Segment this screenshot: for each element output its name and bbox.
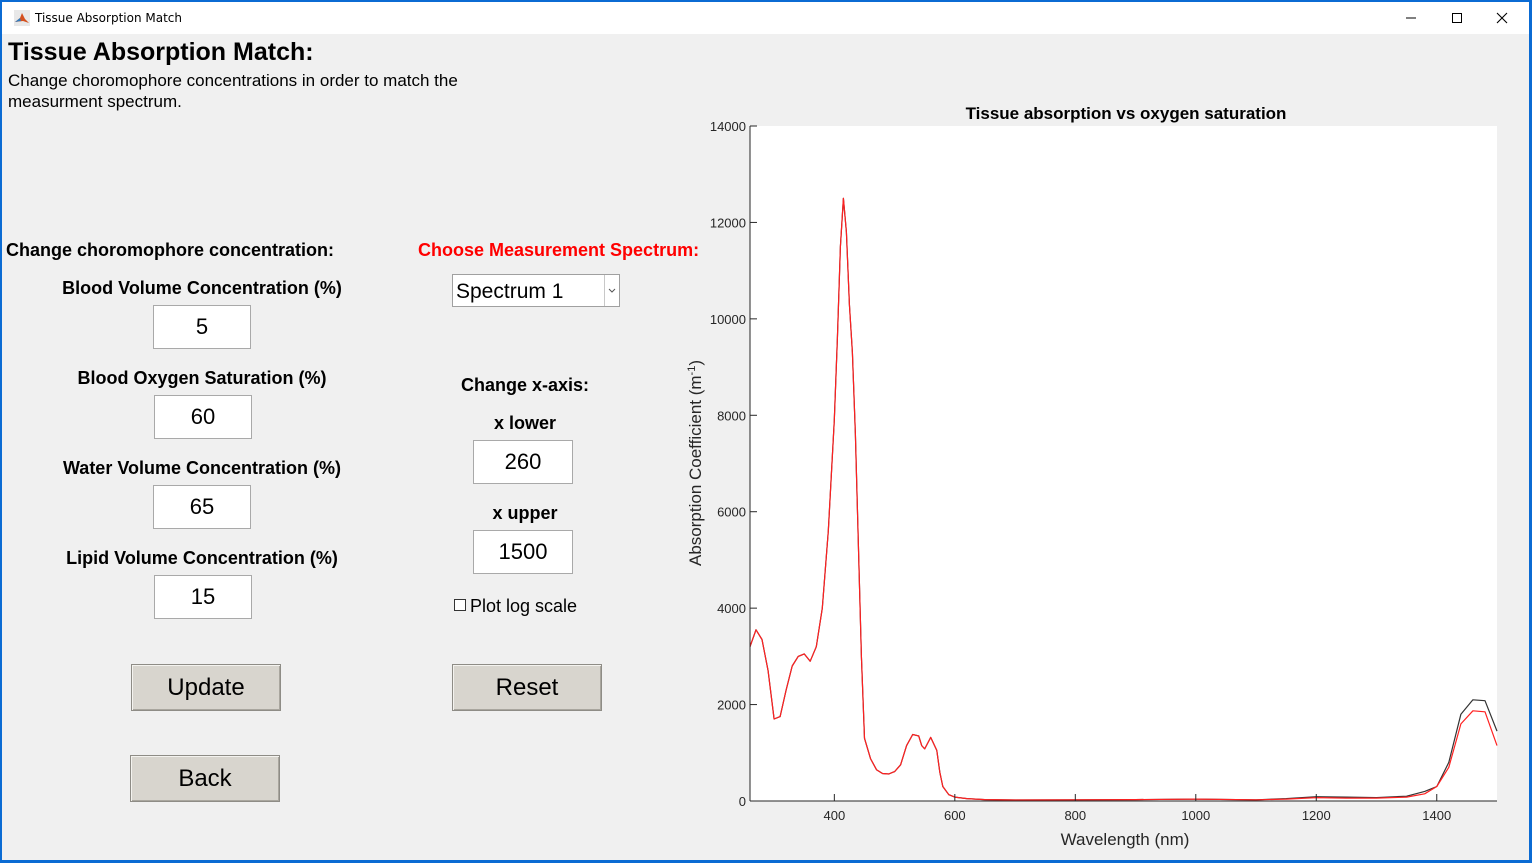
maximize-icon	[1452, 13, 1462, 23]
x-upper-input[interactable]: 1500	[473, 530, 573, 574]
log-scale-label: Plot log scale	[470, 596, 578, 616]
maximize-button[interactable]	[1434, 2, 1480, 34]
app-window: Tissue Absorption Match Tissue Absorptio…	[2, 2, 1529, 860]
close-icon	[1496, 12, 1508, 24]
measurement-spectrum-label: Choose Measurement Spectrum:	[418, 240, 700, 260]
minimize-icon	[1406, 17, 1416, 19]
y-tick-label: 2000	[717, 698, 746, 713]
x-lower-input[interactable]: 260	[473, 440, 573, 484]
page-subtitle: Change choromophore concentrations in or…	[8, 71, 458, 111]
y-tick-label: 12000	[710, 215, 746, 230]
log-scale-checkbox[interactable]	[454, 599, 466, 611]
x-axis-label: Wavelength (nm)	[1061, 830, 1190, 849]
y-tick-label: 10000	[710, 312, 746, 327]
y-axis-label-main: Absorption Coefficient (m	[686, 375, 705, 566]
water-volume-input[interactable]: 65	[153, 485, 251, 529]
spectrum-select-value: Spectrum 1	[456, 280, 564, 303]
x-tick-label: 1200	[1302, 808, 1331, 823]
plot-area	[750, 126, 1497, 801]
close-button[interactable]	[1479, 2, 1525, 34]
x-upper-label: x upper	[492, 503, 558, 523]
oxygen-saturation-input[interactable]: 60	[154, 395, 252, 439]
x-tick-label: 1000	[1181, 808, 1210, 823]
back-button[interactable]: Back	[130, 755, 280, 802]
y-axis-label-end: )	[686, 360, 705, 366]
reset-button[interactable]: Reset	[452, 664, 602, 711]
minimize-button[interactable]	[1388, 2, 1434, 34]
y-tick-label: 4000	[717, 601, 746, 616]
x-tick-label: 600	[944, 808, 966, 823]
chart-title: Tissue absorption vs oxygen saturation	[966, 104, 1287, 123]
y-tick-label: 6000	[717, 505, 746, 520]
lipid-volume-label: Lipid Volume Concentration (%)	[66, 548, 338, 568]
absorption-chart: Tissue absorption vs oxygen saturation 4…	[686, 104, 1498, 849]
xaxis-section-label: Change x-axis:	[460, 375, 590, 395]
x-tick-label: 400	[823, 808, 845, 823]
lipid-volume-input[interactable]: 15	[154, 575, 252, 619]
x-tick-label: 1400	[1422, 808, 1451, 823]
update-button[interactable]: Update	[131, 664, 281, 711]
concentration-section-label: Change choromophore concentration:	[6, 240, 335, 260]
y-tick-label: 0	[739, 794, 746, 809]
page-title: Tissue Absorption Match:	[8, 38, 314, 66]
blood-volume-label: Blood Volume Concentration (%)	[62, 278, 342, 298]
matlab-icon	[14, 10, 30, 26]
y-tick-label: 8000	[717, 408, 746, 423]
title-bar: Tissue Absorption Match	[2, 2, 1529, 34]
x-tick-label: 800	[1064, 808, 1086, 823]
y-tick-label: 14000	[710, 119, 746, 134]
blood-volume-input[interactable]: 5	[153, 305, 251, 349]
spectrum-select[interactable]: Spectrum 1	[452, 274, 620, 307]
y-axis-label-sup: -1	[686, 366, 698, 376]
water-volume-label: Water Volume Concentration (%)	[62, 458, 341, 478]
x-lower-label: x lower	[493, 413, 557, 433]
chevron-down-icon[interactable]	[604, 275, 619, 306]
y-axis-label: Absorption Coefficient (m-1)	[686, 360, 705, 566]
window-title: Tissue Absorption Match	[35, 11, 182, 25]
oxygen-saturation-label: Blood Oxygen Saturation (%)	[77, 368, 327, 388]
